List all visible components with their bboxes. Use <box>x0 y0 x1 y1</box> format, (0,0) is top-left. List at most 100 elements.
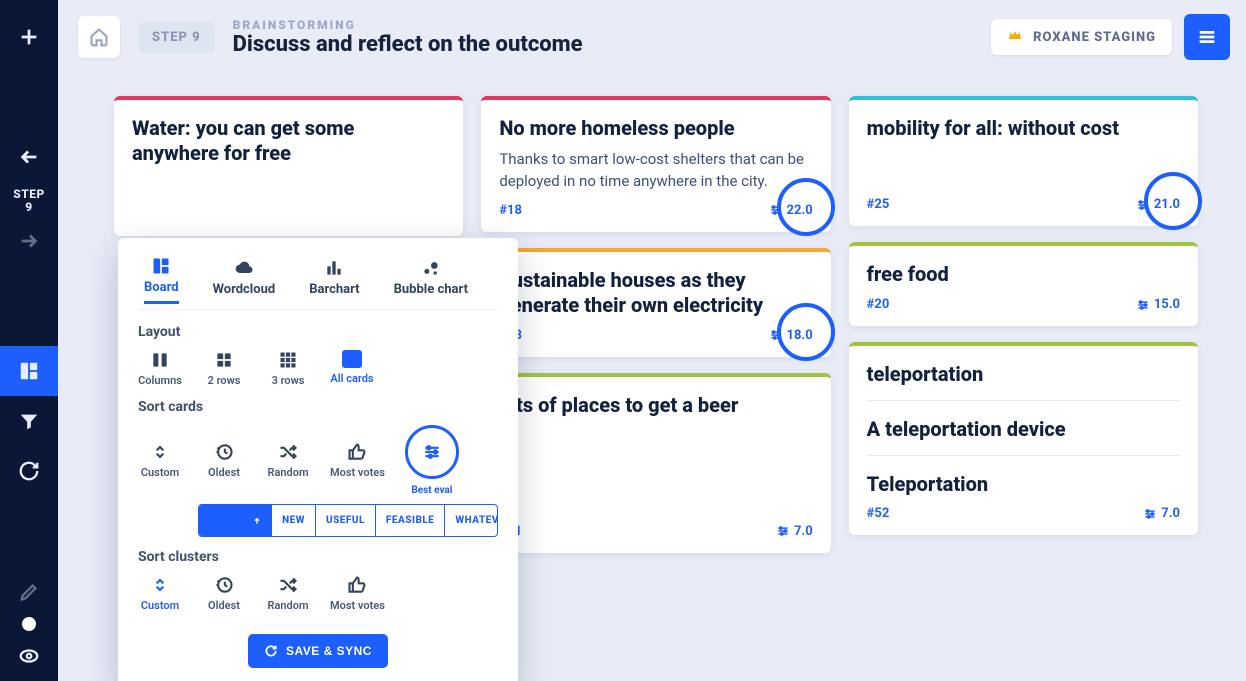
sliders-icon <box>769 203 783 217</box>
sidebar-next-step[interactable] <box>0 216 58 266</box>
sortclusters-mostvotes[interactable]: Most votes <box>330 575 385 612</box>
card-score: 7.0 <box>1143 506 1180 521</box>
layout-columns[interactable]: Columns <box>138 350 182 387</box>
card-body: Thanks to smart low-cost shelters that c… <box>499 149 812 193</box>
sortcards-options: Custom Oldest Random Most votes <box>138 425 498 496</box>
sortclusters-oldest[interactable]: Oldest <box>202 575 246 612</box>
tab-label: Barchart <box>309 282 359 297</box>
cloud-icon <box>233 258 255 278</box>
eval-whatever[interactable]: WHATEVER <box>445 505 498 536</box>
cluster-item: teleportation <box>867 362 1180 401</box>
filter-icon <box>18 410 40 432</box>
pencil-icon <box>18 581 40 603</box>
board-column: mobility for all: without cost #25 21.0 … <box>849 96 1198 553</box>
layout-allcards[interactable]: All cards <box>330 350 374 387</box>
sortcards-random[interactable]: Random <box>266 442 310 479</box>
sortcards-oldest[interactable]: Oldest <box>202 442 246 479</box>
eval-feasible[interactable]: FEASIBLE <box>376 505 445 536</box>
card-score: 7.0 <box>776 524 813 539</box>
board-icon <box>150 256 172 276</box>
card-id: #52 <box>867 506 890 521</box>
tab-board[interactable]: Board <box>144 256 179 304</box>
card-id: #25 <box>867 197 890 212</box>
thumbsup-icon <box>347 575 367 595</box>
step-label: STEP <box>13 187 44 201</box>
crown-icon <box>1007 27 1023 47</box>
sortcards-mostvotes[interactable]: Most votes <box>330 442 385 479</box>
sidebar-board-view[interactable] <box>0 346 58 396</box>
status-dot <box>22 617 36 631</box>
idea-card[interactable]: mobility for all: without cost #25 21.0 <box>849 96 1198 226</box>
columns-icon <box>150 350 170 370</box>
layout-3rows[interactable]: 3 rows <box>266 350 310 387</box>
sortclusters-random[interactable]: Random <box>266 575 310 612</box>
sliders-icon <box>422 442 442 462</box>
barchart-icon <box>323 258 345 278</box>
page-title: Discuss and reflect on the outcome <box>233 32 583 57</box>
eye-icon <box>18 645 40 667</box>
board-column: No more homeless people Thanks to smart … <box>481 96 830 553</box>
tab-bubblechart[interactable]: Bubble chart <box>394 258 468 303</box>
idea-card[interactable]: No more homeless people Thanks to smart … <box>481 96 830 232</box>
board-icon <box>18 360 40 382</box>
card-score: 22.0 <box>769 203 813 218</box>
card-score: 21.0 <box>1136 197 1180 212</box>
sidebar-prev-step[interactable] <box>0 132 58 182</box>
layout-2rows[interactable]: 2 rows <box>202 350 246 387</box>
home-button[interactable] <box>78 16 120 58</box>
sync-icon <box>264 644 278 658</box>
idea-card[interactable]: lots of places to get a beer #21 7.0 <box>481 373 830 553</box>
sliders-icon <box>776 524 790 538</box>
shuffle-icon <box>278 442 298 462</box>
idea-card[interactable]: Water: you can get some anywhere for fre… <box>114 96 463 236</box>
sortclusters-section-label: Sort clusters <box>138 549 498 565</box>
eval-useful[interactable]: USEFUL <box>316 505 376 536</box>
square-icon <box>342 350 362 368</box>
arrow-left-icon <box>18 146 40 168</box>
sidebar-add-button[interactable] <box>0 12 58 62</box>
history-icon <box>214 575 234 595</box>
card-title: Water: you can get some anywhere for fre… <box>132 116 445 166</box>
sortclusters-options: Custom Oldest Random Most votes <box>138 575 498 612</box>
idea-card[interactable]: free food #20 15.0 <box>849 242 1198 326</box>
view-settings-panel: Board Wordcloud Barchart Bubble chart <box>118 238 518 681</box>
sortcards-custom[interactable]: Custom <box>138 442 182 479</box>
arrow-up-icon <box>253 517 261 525</box>
sidebar-step-indicator: STEP 9 <box>13 188 44 214</box>
card-title: free food <box>867 262 1180 287</box>
sidebar-visibility[interactable] <box>0 641 58 671</box>
eval-filter-segment: ALL NEW USEFUL FEASIBLE WHATEVER <box>198 504 498 537</box>
main-menu-button[interactable] <box>1184 14 1230 60</box>
card-score: 18.0 <box>769 328 813 343</box>
tab-label: Bubble chart <box>394 282 468 297</box>
eval-all[interactable]: ALL <box>199 505 272 536</box>
sliders-icon <box>769 328 783 342</box>
step-pill: STEP 9 <box>138 22 215 53</box>
cluster-item: A teleportation device <box>867 417 1180 456</box>
sortcards-besteval[interactable]: Best eval <box>405 425 459 496</box>
home-icon <box>89 27 109 47</box>
sortclusters-custom[interactable]: Custom <box>138 575 182 612</box>
board-area: Water: you can get some anywhere for fre… <box>58 74 1246 681</box>
shuffle-icon <box>278 575 298 595</box>
sidebar-filter[interactable] <box>0 396 58 446</box>
top-bar: STEP 9 BRAINSTORMING Discuss and reflect… <box>58 0 1246 74</box>
grid-2-icon <box>214 350 234 370</box>
card-title: Sustainable houses as they generate thei… <box>499 268 812 318</box>
tab-wordcloud[interactable]: Wordcloud <box>213 258 276 303</box>
idea-card[interactable]: Sustainable houses as they generate thei… <box>481 248 830 357</box>
sidebar-refresh[interactable] <box>0 446 58 496</box>
tab-barchart[interactable]: Barchart <box>309 258 359 303</box>
updown-icon <box>150 575 170 595</box>
grid-3-icon <box>278 350 298 370</box>
refresh-icon <box>18 460 40 482</box>
sidebar-edit[interactable] <box>0 577 58 607</box>
eval-new[interactable]: NEW <box>272 505 316 536</box>
user-chip[interactable]: ROXANE STAGING <box>991 19 1172 55</box>
arrow-right-icon <box>18 230 40 252</box>
sidebar: STEP 9 <box>0 0 58 681</box>
save-sync-button[interactable]: SAVE & SYNC <box>248 634 388 668</box>
card-title: mobility for all: without cost <box>867 116 1180 141</box>
idea-card-cluster[interactable]: teleportation A teleportation device Tel… <box>849 342 1198 535</box>
bubblechart-icon <box>420 258 442 278</box>
